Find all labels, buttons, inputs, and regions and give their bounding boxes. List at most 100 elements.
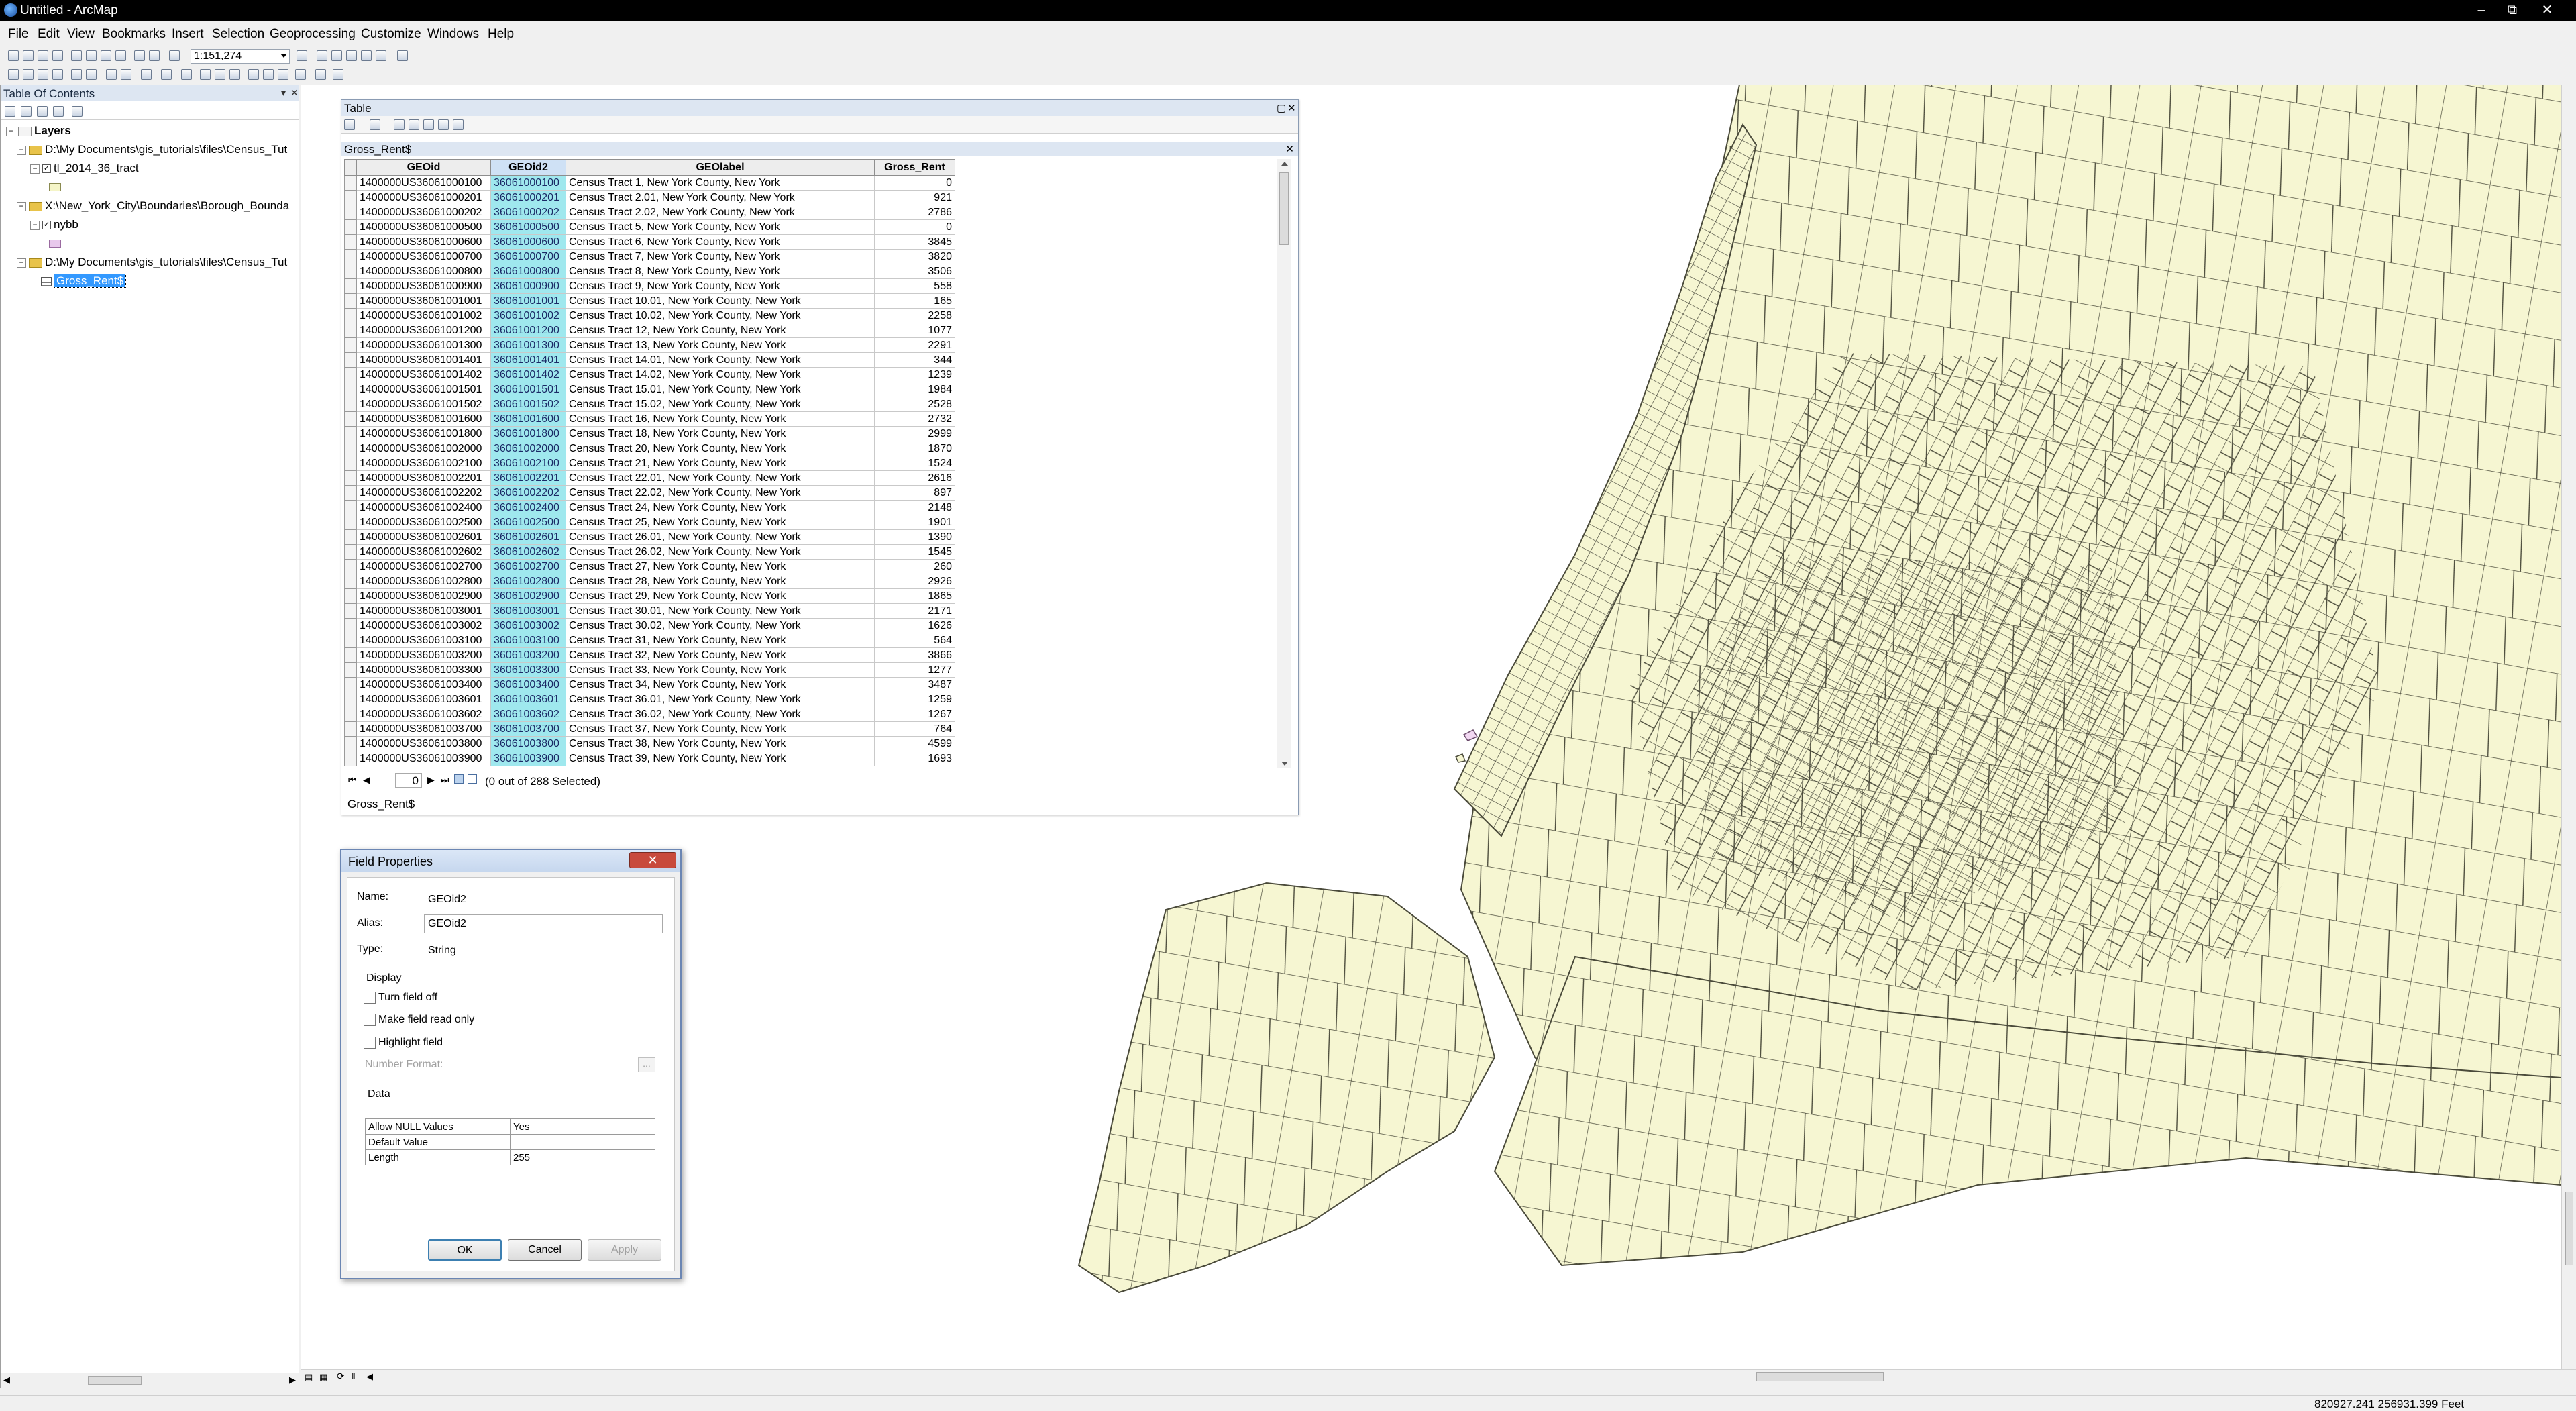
- table-row[interactable]: 1400000US36061001502 36061001502 Census Tr…: [344, 397, 955, 412]
- next-record-icon[interactable]: ▶: [427, 774, 435, 786]
- print-icon[interactable]: [52, 50, 63, 61]
- cell-geoid[interactable]: 1400000US36061002400: [356, 500, 491, 515]
- table-row[interactable]: 1400000US36061003002 36061003002 Census Tr…: [344, 618, 955, 633]
- cell-geoid2[interactable]: 36061001501: [490, 382, 566, 397]
- close-icon[interactable]: ✕: [290, 87, 299, 99]
- table-row[interactable]: 1400000US36061000202 36061000202 Census Tr…: [344, 205, 955, 220]
- table-row[interactable]: 1400000US36061000100 36061000100 Census Tr…: [344, 175, 955, 191]
- row-selector[interactable]: [344, 618, 357, 633]
- turn-field-off-checkbox[interactable]: Turn field off: [364, 992, 437, 1004]
- full-extent-icon[interactable]: [52, 69, 63, 80]
- cell-gross-rent[interactable]: 1077: [874, 323, 955, 338]
- visibility-checkbox[interactable]: ✓: [42, 164, 51, 174]
- copy-icon[interactable]: [86, 50, 97, 61]
- maximize-icon[interactable]: ▢: [1277, 102, 1286, 114]
- table-row[interactable]: 1400000US36061003601 36061003601 Census Tr…: [344, 692, 955, 707]
- toc-group-2[interactable]: − X:\New_York_City\Boundaries\Borough_Bou…: [17, 199, 289, 215]
- table-row[interactable]: 1400000US36061002202 36061002202 Census Tr…: [344, 485, 955, 501]
- cell-geolabel[interactable]: Census Tract 33, New York County, New Yo…: [566, 662, 875, 678]
- cell-geoid2[interactable]: 36061003900: [490, 751, 566, 766]
- delete-icon[interactable]: [115, 50, 126, 61]
- cell-geolabel[interactable]: Census Tract 24, New York County, New Yo…: [566, 500, 875, 515]
- cell-geoid[interactable]: 1400000US36061001800: [356, 426, 491, 441]
- cell-geoid[interactable]: 1400000US36061000100: [356, 175, 491, 191]
- row-selector[interactable]: [344, 234, 357, 250]
- layout-view-icon[interactable]: ▤: [305, 1372, 313, 1383]
- row-selector[interactable]: [344, 293, 357, 309]
- toc-table-gross-rent[interactable]: Gross_Rent$: [41, 274, 127, 291]
- highlight-field-checkbox[interactable]: Highlight field: [364, 1037, 443, 1049]
- cell-geolabel[interactable]: Census Tract 22.01, New York County, New…: [566, 470, 875, 486]
- row-selector[interactable]: [344, 308, 357, 323]
- table-bottom-tab[interactable]: Gross_Rent$: [343, 796, 420, 813]
- cell-geoid2[interactable]: 36061002601: [490, 529, 566, 545]
- cell-geolabel[interactable]: Census Tract 36.01, New York County, New…: [566, 692, 875, 707]
- row-selector[interactable]: [344, 515, 357, 530]
- row-selector[interactable]: [344, 736, 357, 751]
- cell-gross-rent[interactable]: 921: [874, 190, 955, 205]
- cell-geolabel[interactable]: Census Tract 14.02, New York County, New…: [566, 367, 875, 382]
- property-value[interactable]: Yes: [510, 1118, 655, 1135]
- catalog-window-icon[interactable]: [331, 50, 342, 61]
- cell-geoid[interactable]: 1400000US36061002202: [356, 485, 491, 501]
- cell-geoid2[interactable]: 36061003100: [490, 633, 566, 648]
- list-by-visibility-icon[interactable]: [37, 106, 48, 117]
- cell-gross-rent[interactable]: 1626: [874, 618, 955, 633]
- table-row[interactable]: 1400000US36061002602 36061002602 Census Tr…: [344, 544, 955, 560]
- cell-geoid2[interactable]: 36061003200: [490, 647, 566, 663]
- table-row[interactable]: 1400000US36061002800 36061002800 Census Tr…: [344, 574, 955, 589]
- create-viewer-icon[interactable]: [333, 69, 343, 80]
- cell-geoid2[interactable]: 36061002400: [490, 500, 566, 515]
- cell-gross-rent[interactable]: 1239: [874, 367, 955, 382]
- table-row[interactable]: 1400000US36061001402 36061001402 Census Tr…: [344, 367, 955, 382]
- pin-icon[interactable]: ▾: [281, 87, 286, 99]
- cell-geolabel[interactable]: Census Tract 25, New York County, New Yo…: [566, 515, 875, 530]
- checkbox-box[interactable]: [364, 1014, 376, 1026]
- checkbox-box[interactable]: [364, 1037, 376, 1049]
- scroll-thumb[interactable]: [88, 1376, 142, 1385]
- chevron-down-icon[interactable]: [280, 54, 287, 58]
- menu-file[interactable]: File: [8, 27, 29, 42]
- cell-geoid2[interactable]: 36061000700: [490, 249, 566, 264]
- row-selector[interactable]: [344, 559, 357, 574]
- cell-geoid2[interactable]: 36061001600: [490, 411, 566, 427]
- cell-geoid2[interactable]: 36061002500: [490, 515, 566, 530]
- cell-geoid[interactable]: 1400000US36061000800: [356, 264, 491, 279]
- toc-horizontal-scrollbar[interactable]: ◀ ▶: [1, 1373, 299, 1388]
- table-row[interactable]: 1400000US36061000800 36061000800 Census Tr…: [344, 264, 955, 279]
- cell-geoid[interactable]: 1400000US36061000700: [356, 249, 491, 264]
- menu-insert[interactable]: Insert: [172, 27, 204, 42]
- table-row[interactable]: 1400000US36061003800 36061003800 Census Tr…: [344, 736, 955, 751]
- map-horizontal-scroll-thumb[interactable]: [1756, 1372, 1884, 1381]
- cell-geolabel[interactable]: Census Tract 36.02, New York County, New…: [566, 707, 875, 722]
- cell-geoid2[interactable]: 36061002000: [490, 441, 566, 456]
- show-selected-records-icon[interactable]: [468, 774, 477, 784]
- cell-geoid2[interactable]: 36061003300: [490, 662, 566, 678]
- cell-geolabel[interactable]: Census Tract 12, New York County, New Yo…: [566, 323, 875, 338]
- first-record-icon[interactable]: ⏮: [348, 774, 357, 786]
- cell-gross-rent[interactable]: 3506: [874, 264, 955, 279]
- cell-geoid2[interactable]: 36061003601: [490, 692, 566, 707]
- cell-geolabel[interactable]: Census Tract 26.02, New York County, New…: [566, 544, 875, 560]
- cell-geoid[interactable]: 1400000US36061002800: [356, 574, 491, 589]
- row-selector[interactable]: [344, 264, 357, 279]
- cell-geoid[interactable]: 1400000US36061003300: [356, 662, 491, 678]
- cell-gross-rent[interactable]: 260: [874, 559, 955, 574]
- cell-gross-rent[interactable]: 1524: [874, 456, 955, 471]
- zoom-in-icon[interactable]: [8, 69, 19, 80]
- cell-gross-rent[interactable]: 1390: [874, 529, 955, 545]
- cell-geolabel[interactable]: Census Tract 14.01, New York County, New…: [566, 352, 875, 368]
- table-row[interactable]: 1400000US36061003700 36061003700 Census Tr…: [344, 721, 955, 737]
- cell-gross-rent[interactable]: 3845: [874, 234, 955, 250]
- time-slider-icon[interactable]: [315, 69, 326, 80]
- cell-geoid2[interactable]: 36061001002: [490, 308, 566, 323]
- cell-geoid[interactable]: 1400000US36061003002: [356, 618, 491, 633]
- table-row[interactable]: 1400000US36061002601 36061002601 Census Tr…: [344, 529, 955, 545]
- cell-geoid2[interactable]: 36061003001: [490, 603, 566, 619]
- cell-geolabel[interactable]: Census Tract 27, New York County, New Yo…: [566, 559, 875, 574]
- cell-gross-rent[interactable]: 2291: [874, 337, 955, 353]
- cell-geoid[interactable]: 1400000US36061003200: [356, 647, 491, 663]
- cell-gross-rent[interactable]: 1870: [874, 441, 955, 456]
- cell-geoid[interactable]: 1400000US36061003001: [356, 603, 491, 619]
- row-selector[interactable]: [344, 751, 357, 766]
